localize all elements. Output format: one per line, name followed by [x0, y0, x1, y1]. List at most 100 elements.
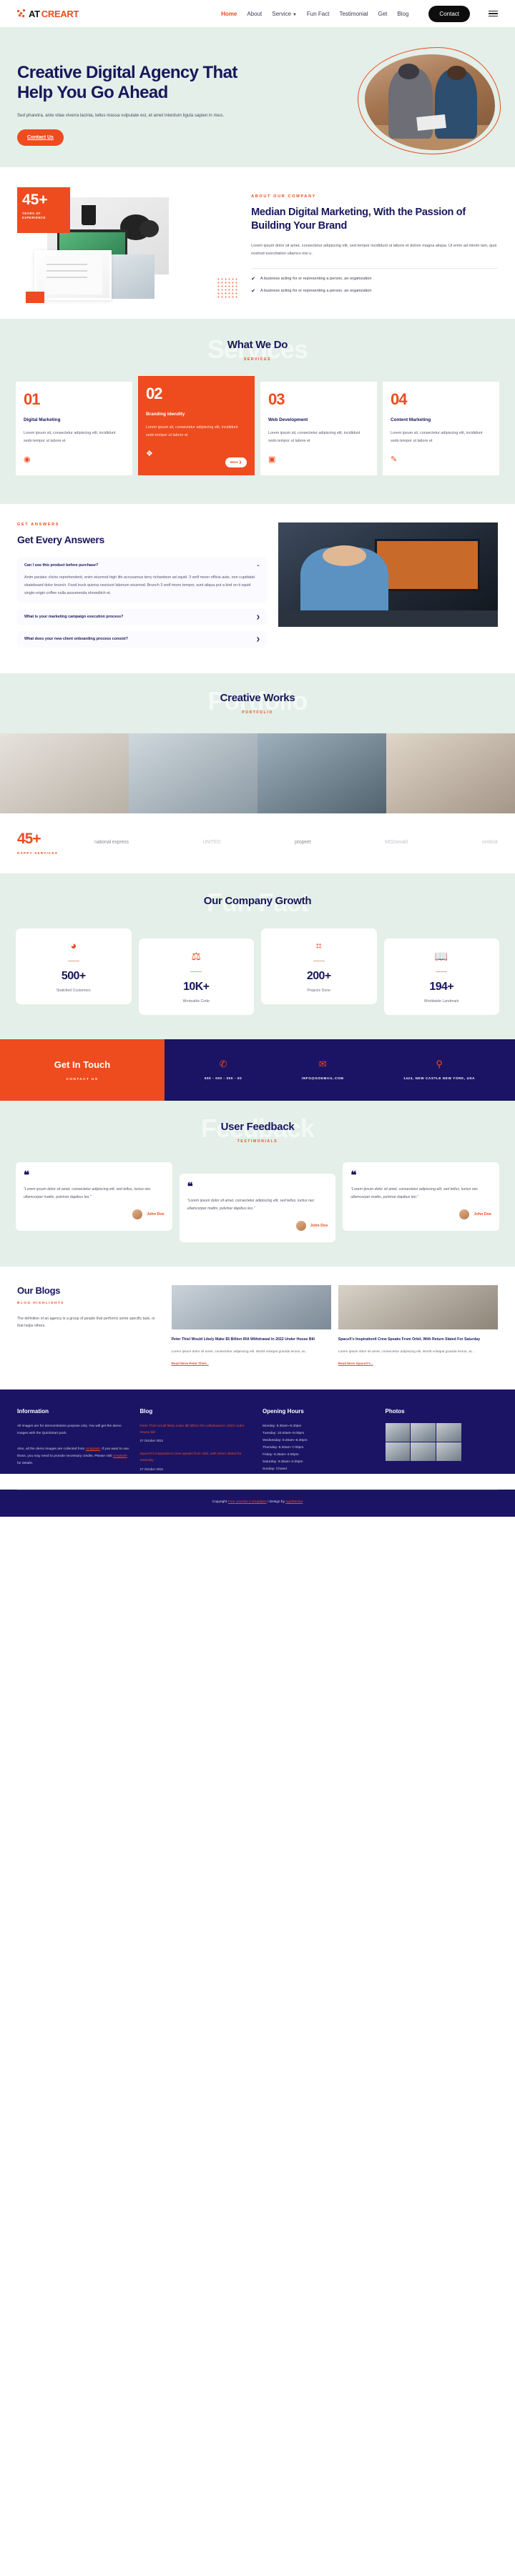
chevron-down-icon[interactable]: ⌄ — [256, 563, 260, 568]
testimonial-name: John Doe — [474, 1212, 492, 1217]
service-text: Lorem ipsum sit, consectetur adipiscing … — [391, 431, 483, 443]
faq-question-row[interactable]: What is your marketing campaign executio… — [24, 615, 260, 620]
faq-item[interactable]: Can I use this product before purchase? … — [17, 557, 268, 603]
funfact-header: Our Company Growth — [16, 895, 499, 907]
footer-blog-post-title[interactable]: Peter Thiel would likely make $5 billion… — [140, 1423, 253, 1436]
blog-post-title: SpaceX's Inspiration4 Crew Speaks From O… — [338, 1337, 481, 1342]
stat-card: ◕ 500+ Staticfied Customers — [16, 928, 132, 1005]
faq-item[interactable]: What does your new client onboarding pro… — [17, 630, 268, 648]
testimonial-card: ❝ "Lorem ipsum dolor sit amet, consectet… — [343, 1162, 500, 1231]
nav-item-testimonial[interactable]: Testimonial — [339, 11, 368, 17]
footer-photos-heading: Photos — [385, 1408, 405, 1415]
content-icon: ✎ — [391, 455, 398, 465]
clients-counter: 45+ HAPPY SERVICES — [17, 831, 83, 855]
nav-item-blog[interactable]: Blog — [397, 11, 408, 17]
contact-location[interactable]: ⚲ 1424, NEW CASTLE NEW YORK, USA — [403, 1059, 475, 1081]
portfolio-image[interactable] — [129, 733, 258, 813]
blog-post[interactable]: SpaceX's Inspiration4 Crew Speaks From O… — [338, 1284, 498, 1368]
portfolio-subtitle: PORTFOLIO — [242, 710, 273, 715]
contact-button[interactable]: Contact — [428, 5, 470, 22]
logo-text-creart: CREART — [41, 8, 79, 19]
footer-blog-post[interactable]: SpaceX's Inspiration4 crew speaks from o… — [140, 1451, 253, 1470]
footer-blog-post[interactable]: Peter Thiel would likely make $5 billion… — [140, 1423, 253, 1442]
clients-section: 45+ HAPPY SERVICES national express UNIT… — [0, 813, 515, 873]
site-logo[interactable]: AT CREART — [17, 9, 79, 19]
services-header: What We Do SERVICES — [16, 339, 499, 362]
service-title: Web Development — [268, 417, 308, 422]
portfolio-image[interactable] — [258, 733, 386, 813]
service-number: 03 — [268, 390, 285, 408]
blog-post[interactable]: Peter Thiel Would Likely Make $5 Billion… — [171, 1284, 331, 1368]
blog-section: Our Blogs BLOG HIGHLIGHTS The definition… — [0, 1266, 515, 1390]
contact-mail[interactable]: ✉ INFO@GOEMAIL.COM — [302, 1059, 343, 1081]
faq-answer: Anim pariatur cliche reprehenderit, enim… — [24, 575, 255, 595]
nav-item-service[interactable]: Service ▼ — [272, 11, 297, 17]
testimonial-card: ❝ "Lorem ipsum dolor sit amet, consectet… — [16, 1162, 172, 1231]
about-image-tertiary — [109, 254, 154, 299]
portfolio-header: Creative Works PORTFOLIO — [0, 692, 515, 715]
footer-opening-hours: Opening Hours Monday: 8.30am–6.30pm Tues… — [263, 1408, 376, 1473]
unsplash-link[interactable]: Unsplash — [86, 1447, 100, 1451]
services-section: Services What We Do SERVICES 01 Digital … — [0, 319, 515, 505]
agethemes-link[interactable]: Agethemes — [285, 1500, 303, 1504]
stat-card: ⌗ 200+ Projects Done — [261, 928, 377, 1005]
footer-information-heading: Information — [17, 1408, 49, 1415]
book-person-icon: 📖 — [434, 950, 448, 963]
nav-item-about[interactable]: About — [247, 11, 262, 17]
footer-information: Information All images are for demonstra… — [17, 1408, 130, 1473]
opening-hours-row: Sunday: Closed — [263, 1467, 287, 1472]
services-cards: 01 Digital Marketing Lorem ipsum sit, co… — [16, 376, 499, 476]
faq-question-row[interactable]: What does your new client onboarding pro… — [24, 637, 260, 642]
faq-question-row[interactable]: Can I use this product before purchase? … — [24, 563, 260, 568]
service-card[interactable]: 03 Web Development Lorem ipsum sit, cons… — [260, 382, 377, 476]
footer-photo-thumb[interactable] — [385, 1442, 411, 1462]
service-card[interactable]: 01 Digital Marketing Lorem ipsum sit, co… — [16, 382, 132, 476]
service-card[interactable]: 04 Content Marketing Lorem ipsum sit, co… — [383, 382, 499, 476]
footer-blog-post-title[interactable]: SpaceX's Inspiration4 crew speaks from o… — [140, 1451, 253, 1464]
about-paragraph: Lorem ipsum dolor sit amet, consectetur … — [251, 243, 497, 256]
chevron-right-icon[interactable]: ❯ — [256, 637, 260, 642]
footer-photo-thumb[interactable] — [411, 1442, 436, 1462]
unsplash-link[interactable]: Unsplash — [113, 1455, 127, 1458]
testimonial-header: User Feedback TESTIMONIALS — [16, 1121, 499, 1144]
opening-hours-row: Monday: 8.30am–6.30pm — [263, 1425, 302, 1429]
avatar — [459, 1209, 470, 1219]
chevron-right-icon[interactable]: ❯ — [256, 615, 260, 620]
web-icon: ▣ — [268, 455, 276, 465]
joomla-templates-link[interactable]: Free Joomla! 4 templates — [228, 1500, 267, 1504]
chevron-down-icon: ▼ — [292, 12, 297, 17]
faq-section: GET ANSWERS Get Every Answers Can I use … — [0, 504, 515, 673]
page-root: AT CREART Home About Service ▼ Fun Fact T… — [0, 0, 515, 1517]
nav-item-get[interactable]: Get — [378, 11, 388, 17]
nav-item-fun-fact[interactable]: Fun Fact — [307, 11, 330, 17]
services-title: What We Do — [227, 339, 288, 351]
service-text: Lorem ipsum sit, consectetur adipiscing … — [268, 431, 360, 443]
stat-number: 10K+ — [183, 981, 210, 994]
footer-photo-thumb[interactable] — [436, 1423, 461, 1442]
portfolio-image[interactable] — [0, 733, 129, 813]
pie-chart-icon: ◕ — [70, 939, 77, 952]
quote-icon: ❝ — [350, 1169, 357, 1182]
blog-intro: Our Blogs BLOG HIGHLIGHTS The definition… — [17, 1285, 162, 1368]
footer-info-a: Also, all the demo images are collected … — [17, 1447, 86, 1452]
service-card[interactable]: 02 Branding Idendity Lorem ipsum sit, co… — [138, 376, 255, 476]
nav-item-home[interactable]: Home — [221, 11, 237, 17]
hero-cta-button[interactable]: Contact Us — [17, 129, 64, 146]
faq-item[interactable]: What is your marketing campaign executio… — [17, 608, 268, 625]
experience-badge: 45+ YEARS OF EXPERIENCE — [17, 187, 70, 233]
portfolio-image[interactable] — [386, 733, 515, 813]
experience-label: YEARS OF EXPERIENCE — [22, 211, 46, 220]
stat-label: Staticfied Customers — [56, 989, 91, 994]
location-icon: ⚲ — [436, 1059, 443, 1070]
footer-photo-thumb[interactable] — [411, 1423, 436, 1442]
testimonial-name: John Doe — [310, 1223, 328, 1228]
contact-phone[interactable]: ✆ 000 - 000 - 000 - 00 — [205, 1059, 242, 1081]
service-more-button[interactable]: More ❯ — [225, 457, 247, 468]
funfact-section: Fun Fact Our Company Growth ◕ 500+ Stati… — [0, 873, 515, 1040]
blog-read-more-link[interactable]: Read More Peter Thiel... — [172, 1362, 209, 1365]
portfolio-title: Creative Works — [220, 691, 295, 704]
blog-read-more-link[interactable]: Read More SpaceX's... — [338, 1362, 373, 1365]
footer-photo-thumb[interactable] — [436, 1442, 461, 1462]
footer-photo-thumb[interactable] — [385, 1423, 411, 1442]
hamburger-icon[interactable] — [489, 10, 498, 17]
